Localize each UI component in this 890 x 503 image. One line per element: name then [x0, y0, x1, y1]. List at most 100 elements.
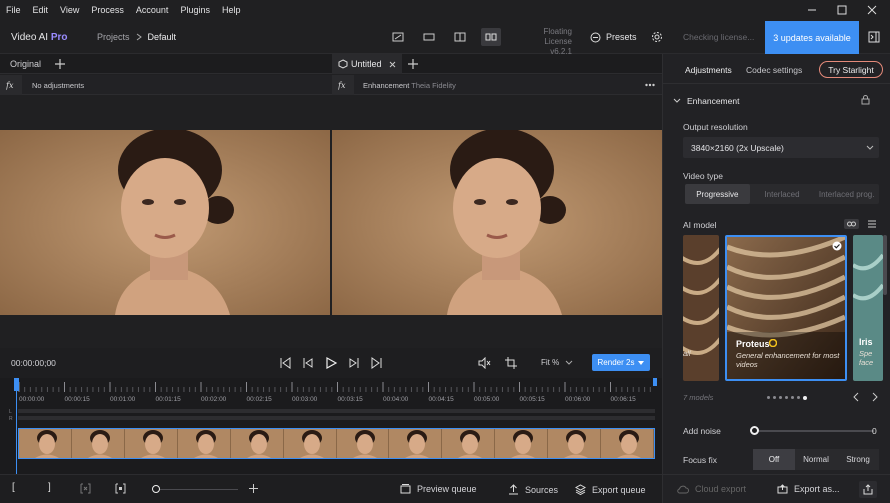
menu-account[interactable]: Account: [130, 5, 175, 15]
menu-help[interactable]: Help: [216, 5, 247, 15]
tab-original[interactable]: Original: [0, 54, 331, 74]
fit-range-icon[interactable]: [115, 483, 126, 494]
caret-down-icon: [638, 360, 645, 365]
lock-icon[interactable]: [861, 95, 870, 105]
focus-fix-strong[interactable]: Strong: [837, 449, 879, 470]
next-frame-button[interactable]: [346, 355, 362, 371]
carousel-dot[interactable]: [779, 396, 782, 399]
zoom-slider-track[interactable]: [158, 489, 238, 490]
tab-adjustments[interactable]: Adjustments: [685, 65, 732, 75]
app-name-text: Video AI: [11, 32, 49, 43]
menu-edit[interactable]: Edit: [27, 5, 55, 15]
set-in-point-icon[interactable]: [: [12, 482, 15, 493]
view-split-button[interactable]: [450, 28, 470, 46]
preview-queue-button[interactable]: Preview queue: [400, 484, 477, 494]
render-button[interactable]: Render 2s: [592, 354, 650, 371]
chevron-right-icon[interactable]: [872, 392, 879, 402]
model-card-iris-desc: Spe face: [859, 349, 874, 367]
chevron-down-icon: [565, 360, 573, 365]
fx-icon-right: fx: [338, 81, 346, 90]
chevron-left-icon[interactable]: [853, 392, 860, 402]
output-resolution-select[interactable]: 3840×2160 (2x Upscale): [683, 137, 879, 158]
menu-process[interactable]: Process: [85, 5, 130, 15]
timeline-ruler[interactable]: 00:00:00 00:00:15 00:01:00 00:01:15 00:02:00…: [18, 382, 655, 403]
minimize-button[interactable]: [797, 0, 827, 20]
close-tab-icon[interactable]: [389, 61, 396, 68]
tab-untitled[interactable]: Untitled: [332, 54, 402, 74]
video-type-progressive[interactable]: Progressive: [685, 184, 750, 204]
video-type-interlaced[interactable]: Interlaced: [750, 184, 815, 204]
zoom-in-icon[interactable]: [249, 484, 258, 493]
chevron-down-icon: [673, 98, 681, 103]
more-icon[interactable]: [645, 83, 655, 87]
tab-codec-settings[interactable]: Codec settings: [746, 65, 802, 75]
carousel-dot[interactable]: [797, 396, 800, 399]
carousel-dot[interactable]: [791, 396, 794, 399]
mute-button[interactable]: [476, 355, 492, 371]
model-card-iris[interactable]: Iris Spe face: [853, 235, 883, 381]
focus-fix-normal[interactable]: Normal: [795, 449, 837, 470]
model-card-prev[interactable]: all: [683, 235, 719, 381]
clear-range-icon[interactable]: [80, 483, 91, 494]
sources-button[interactable]: Sources: [508, 484, 558, 495]
breadcrumb-projects[interactable]: Projects: [97, 32, 130, 42]
view-single-button[interactable]: [388, 28, 408, 46]
add-tab-icon-right[interactable]: [407, 58, 419, 70]
zoom-slider-knob[interactable]: [152, 485, 160, 493]
go-to-start-button[interactable]: [277, 355, 293, 371]
menu-view[interactable]: View: [54, 5, 85, 15]
video-type-label: Video type: [683, 171, 724, 181]
enhanced-video-frame[interactable]: [332, 130, 662, 315]
ruler-tick-label: 00:06:15: [610, 396, 636, 403]
timeline-thumbnail: [177, 429, 231, 458]
timeline-thumbnail: [230, 429, 284, 458]
video-thumbnail-strip[interactable]: [18, 428, 655, 459]
model-card-proteus[interactable]: Proteus General enhancement for most vid…: [725, 235, 847, 381]
view-full-button[interactable]: [419, 28, 439, 46]
focus-fix-off[interactable]: Off: [753, 449, 795, 470]
add-tab-icon[interactable]: [54, 58, 66, 70]
close-window-button[interactable]: [857, 0, 887, 20]
carousel-dot[interactable]: [767, 396, 770, 399]
preview-viewer: Original Untitled fx No adjustments fx E…: [0, 54, 662, 376]
list-view-icon[interactable]: [868, 220, 876, 228]
maximize-button[interactable]: [827, 0, 857, 20]
export-as-button[interactable]: Export as...: [777, 484, 840, 494]
fur-texture-image: [683, 235, 719, 381]
settings-button[interactable]: [647, 28, 667, 46]
enhancement-section-header[interactable]: Enhancement: [673, 96, 739, 106]
menu-file[interactable]: File: [0, 5, 27, 15]
carousel-dot[interactable]: [773, 396, 776, 399]
carousel-dot[interactable]: [785, 396, 788, 399]
menu-plugins[interactable]: Plugins: [174, 5, 216, 15]
zoom-fit-dropdown[interactable]: Fit %: [541, 358, 573, 367]
fx-button-left[interactable]: fx: [0, 75, 22, 95]
try-starlight-button[interactable]: Try Starlight: [819, 61, 883, 78]
panel-scrollbar[interactable]: [883, 235, 887, 295]
timeline-thumbnail: [601, 429, 654, 458]
compare-toggle[interactable]: [844, 219, 859, 229]
presets-button[interactable]: Presets: [586, 28, 641, 46]
updates-button[interactable]: 3 updates available: [765, 21, 859, 54]
out-point-marker[interactable]: [653, 378, 657, 386]
cloud-export-button[interactable]: Cloud export: [677, 484, 746, 494]
view-side-by-side-button[interactable]: [481, 28, 501, 46]
export-icon: [777, 484, 788, 494]
export-queue-button[interactable]: Export queue: [575, 484, 646, 495]
ruler-tick-label: 00:03:00: [292, 396, 318, 403]
video-type-interlaced-prog[interactable]: Interlaced prog.: [814, 184, 879, 204]
carousel-dot-active[interactable]: [803, 395, 807, 400]
fx-button-right[interactable]: fx: [332, 75, 354, 95]
set-out-point-icon[interactable]: ]: [48, 482, 51, 493]
share-button[interactable]: [859, 481, 877, 498]
original-video-frame[interactable]: [0, 130, 330, 315]
crop-button[interactable]: [503, 355, 519, 371]
play-button[interactable]: [323, 355, 339, 371]
toggle-panel-button[interactable]: [864, 28, 884, 46]
add-noise-slider[interactable]: [756, 430, 874, 432]
add-noise-knob[interactable]: [750, 426, 759, 435]
previous-frame-button[interactable]: [300, 355, 316, 371]
preview-queue-label: Preview queue: [417, 484, 477, 494]
go-to-end-button[interactable]: [369, 355, 385, 371]
ruler-tick-label: 00:06:00: [565, 396, 591, 403]
